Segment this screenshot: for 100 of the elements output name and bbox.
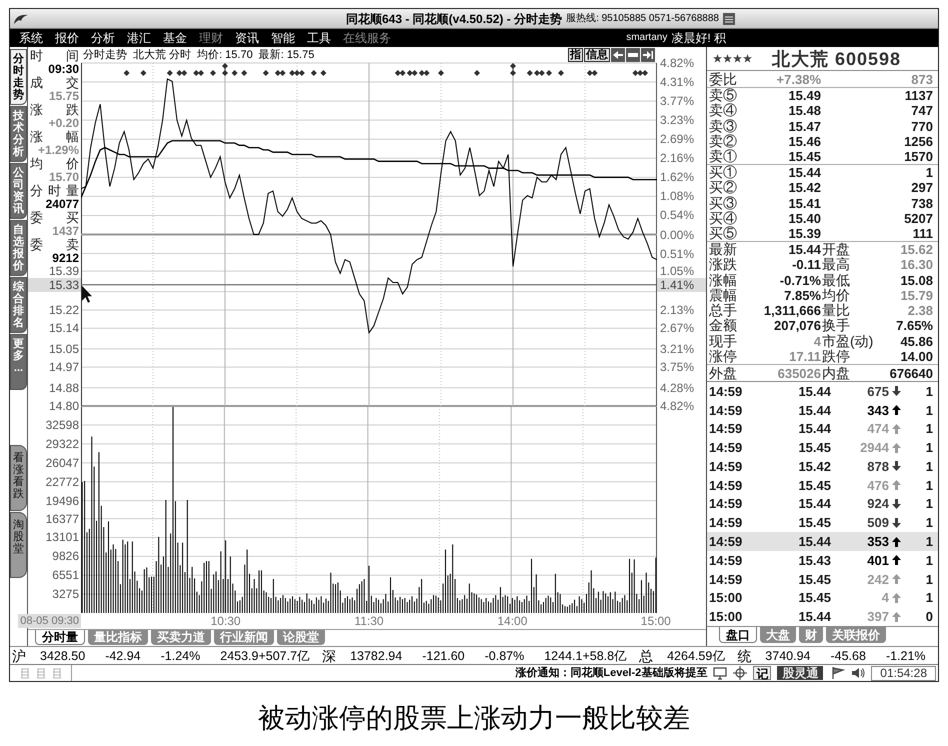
menu-item[interactable]: 工具 [301, 30, 337, 46]
menu-item[interactable]: 报价 [49, 30, 85, 46]
side-panel-tab[interactable]: 淘股堂 [10, 512, 27, 578]
chart-header-button[interactable]: 指 [568, 48, 583, 62]
trade-time: 14:59 [709, 572, 744, 587]
trade-row[interactable]: 14:59 15.42 878 1 [707, 457, 938, 476]
speaker-icon[interactable] [851, 666, 866, 680]
index-value: -1.21% [886, 648, 926, 664]
toolbar-button[interactable] [641, 48, 655, 62]
stat-value: 7.65% [896, 318, 934, 334]
stock-title: 北大荒 600598 [772, 48, 902, 68]
percent-axis-label: 0.51% [660, 246, 694, 261]
chart-header-text: 分时走势 [83, 48, 127, 62]
trade-time: 14:59 [709, 552, 744, 568]
menu-item[interactable]: 智能 [265, 30, 301, 46]
stat-value: 45.86 [900, 334, 934, 349]
trade-row[interactable]: 15:00 15.44 397 0 [707, 607, 938, 626]
sidebar-tab[interactable]: 更多... [10, 334, 27, 390]
stat-value: 676640 [890, 366, 934, 380]
info-label: 成交 [29, 76, 80, 90]
trade-price: 15.45 [797, 478, 831, 493]
trade-row[interactable]: 14:59 15.44 474 1 [707, 420, 938, 438]
sidebar-tab[interactable]: 公司资讯 [10, 163, 27, 219]
trade-count: 1 [926, 478, 934, 493]
sidebar-tab[interactable]: 自选报价 [10, 220, 27, 276]
trade-row[interactable]: 14:59 15.44 343 1 [707, 400, 938, 420]
index-value: -45.68 [830, 648, 866, 664]
record-button[interactable]: 记 [753, 666, 772, 680]
monitor-icon[interactable] [713, 666, 728, 680]
trade-volume: 401 [866, 552, 889, 568]
toolbar-button[interactable] [611, 48, 625, 62]
trade-row[interactable]: 14:59 15.45 509 1 [707, 513, 938, 532]
percent-axis-label: 2.67% [660, 321, 694, 336]
percent-axis-label: 1.62% [660, 170, 694, 184]
quote-volume: 770 [911, 118, 934, 134]
quote-volume: 111 [912, 226, 934, 241]
panel-tab[interactable]: 盘口 [719, 627, 757, 643]
diamond-marker-icon [438, 70, 444, 76]
cursor-time-label: 08-05 09:30 [18, 614, 81, 628]
trade-row[interactable]: 14:59 15.45 476 1 [707, 476, 938, 495]
volume-axis-label: 13101 [46, 530, 79, 544]
star-icon [723, 54, 732, 63]
stat-label: 最低 [821, 272, 851, 288]
menu-item[interactable]: 分析 [85, 30, 121, 46]
trade-count: 1 [926, 496, 934, 512]
quote-label: 卖④ [709, 103, 738, 118]
flag-icon[interactable] [831, 666, 846, 680]
chart-header-text: 均价: 15.70 [197, 48, 253, 62]
stat-value: 1,311,666 [762, 303, 821, 318]
side-panel-tab[interactable]: 看涨看跌 [10, 445, 27, 511]
trade-row[interactable]: 14:59 15.45 242 1 [707, 570, 938, 588]
stat-label: 金额 [709, 318, 738, 334]
info-label: 涨幅 [29, 130, 80, 144]
stat-value: -0.11 [791, 257, 821, 272]
volume-axis-label: 26047 [46, 456, 79, 470]
trade-row[interactable]: 14:59 15.43 401 1 [707, 550, 938, 570]
trade-row[interactable]: 14:59 15.44 924 1 [707, 494, 938, 514]
index-value: 3428.50 [40, 648, 86, 664]
menu-item[interactable]: 系统 [13, 30, 49, 46]
menu-item[interactable]: 基金 [157, 30, 193, 46]
sidebar-tab[interactable]: 分时走势 [10, 49, 27, 105]
chart-tab[interactable]: 分时量 [35, 630, 85, 645]
menu-icon[interactable] [722, 12, 735, 24]
target-icon[interactable] [733, 666, 748, 680]
percent-axis-label: 3.21% [660, 342, 694, 356]
index-value: 4264.59亿 [667, 648, 726, 664]
market-name: 沪 [12, 648, 26, 664]
stock-alert-button[interactable]: 股灵通 [777, 666, 824, 680]
chart-header-button[interactable]: 信息 [584, 48, 610, 62]
trade-row[interactable]: 14:59 15.45 2944 1 [707, 438, 938, 458]
percent-axis-label: 0.00% [660, 228, 694, 242]
quote-label: 卖③ [709, 118, 738, 134]
info-label: 委买 [29, 211, 80, 224]
trade-price: 15.45 [797, 590, 831, 606]
stacked-diamond-icon [510, 63, 516, 76]
trade-row[interactable]: 14:59 15.44 353 1 [707, 532, 938, 551]
trade-price: 15.44 [797, 421, 831, 436]
menu-item[interactable]: 资讯 [229, 30, 265, 46]
market-name: 统 [737, 648, 752, 664]
price-axis-label: 15.05 [48, 342, 79, 356]
percent-axis-label: 1.08% [660, 189, 694, 204]
app-logo-icon [13, 12, 29, 24]
sidebar-tab[interactable]: 综合排名 [10, 277, 27, 333]
trade-row[interactable]: 14:59 15.44 675 1 [707, 382, 938, 401]
info-value: +0.20 [48, 116, 80, 130]
hotline-text: 服热线: 95105885 0571-56768888 [566, 12, 719, 24]
menu-item[interactable]: 港汇 [121, 30, 157, 46]
sidebar-tab[interactable]: 技术分析 [10, 106, 27, 162]
toolbar-button[interactable] [626, 48, 640, 62]
diamond-marker-icon [232, 70, 238, 76]
trade-row[interactable]: 15:00 15.45 4 1 [707, 588, 938, 608]
trade-time: 14:59 [709, 384, 744, 399]
trade-count: 1 [926, 440, 934, 456]
info-label: 时间 [29, 49, 80, 62]
percent-axis-label: 0.54% [660, 208, 694, 222]
star-icon [743, 54, 752, 63]
index-value: -1.24% [160, 648, 200, 664]
info-label: 分时量 [29, 184, 80, 198]
percent-axis-label: 3.23% [660, 113, 694, 128]
percent-axis-label: 4.28% [660, 380, 694, 395]
